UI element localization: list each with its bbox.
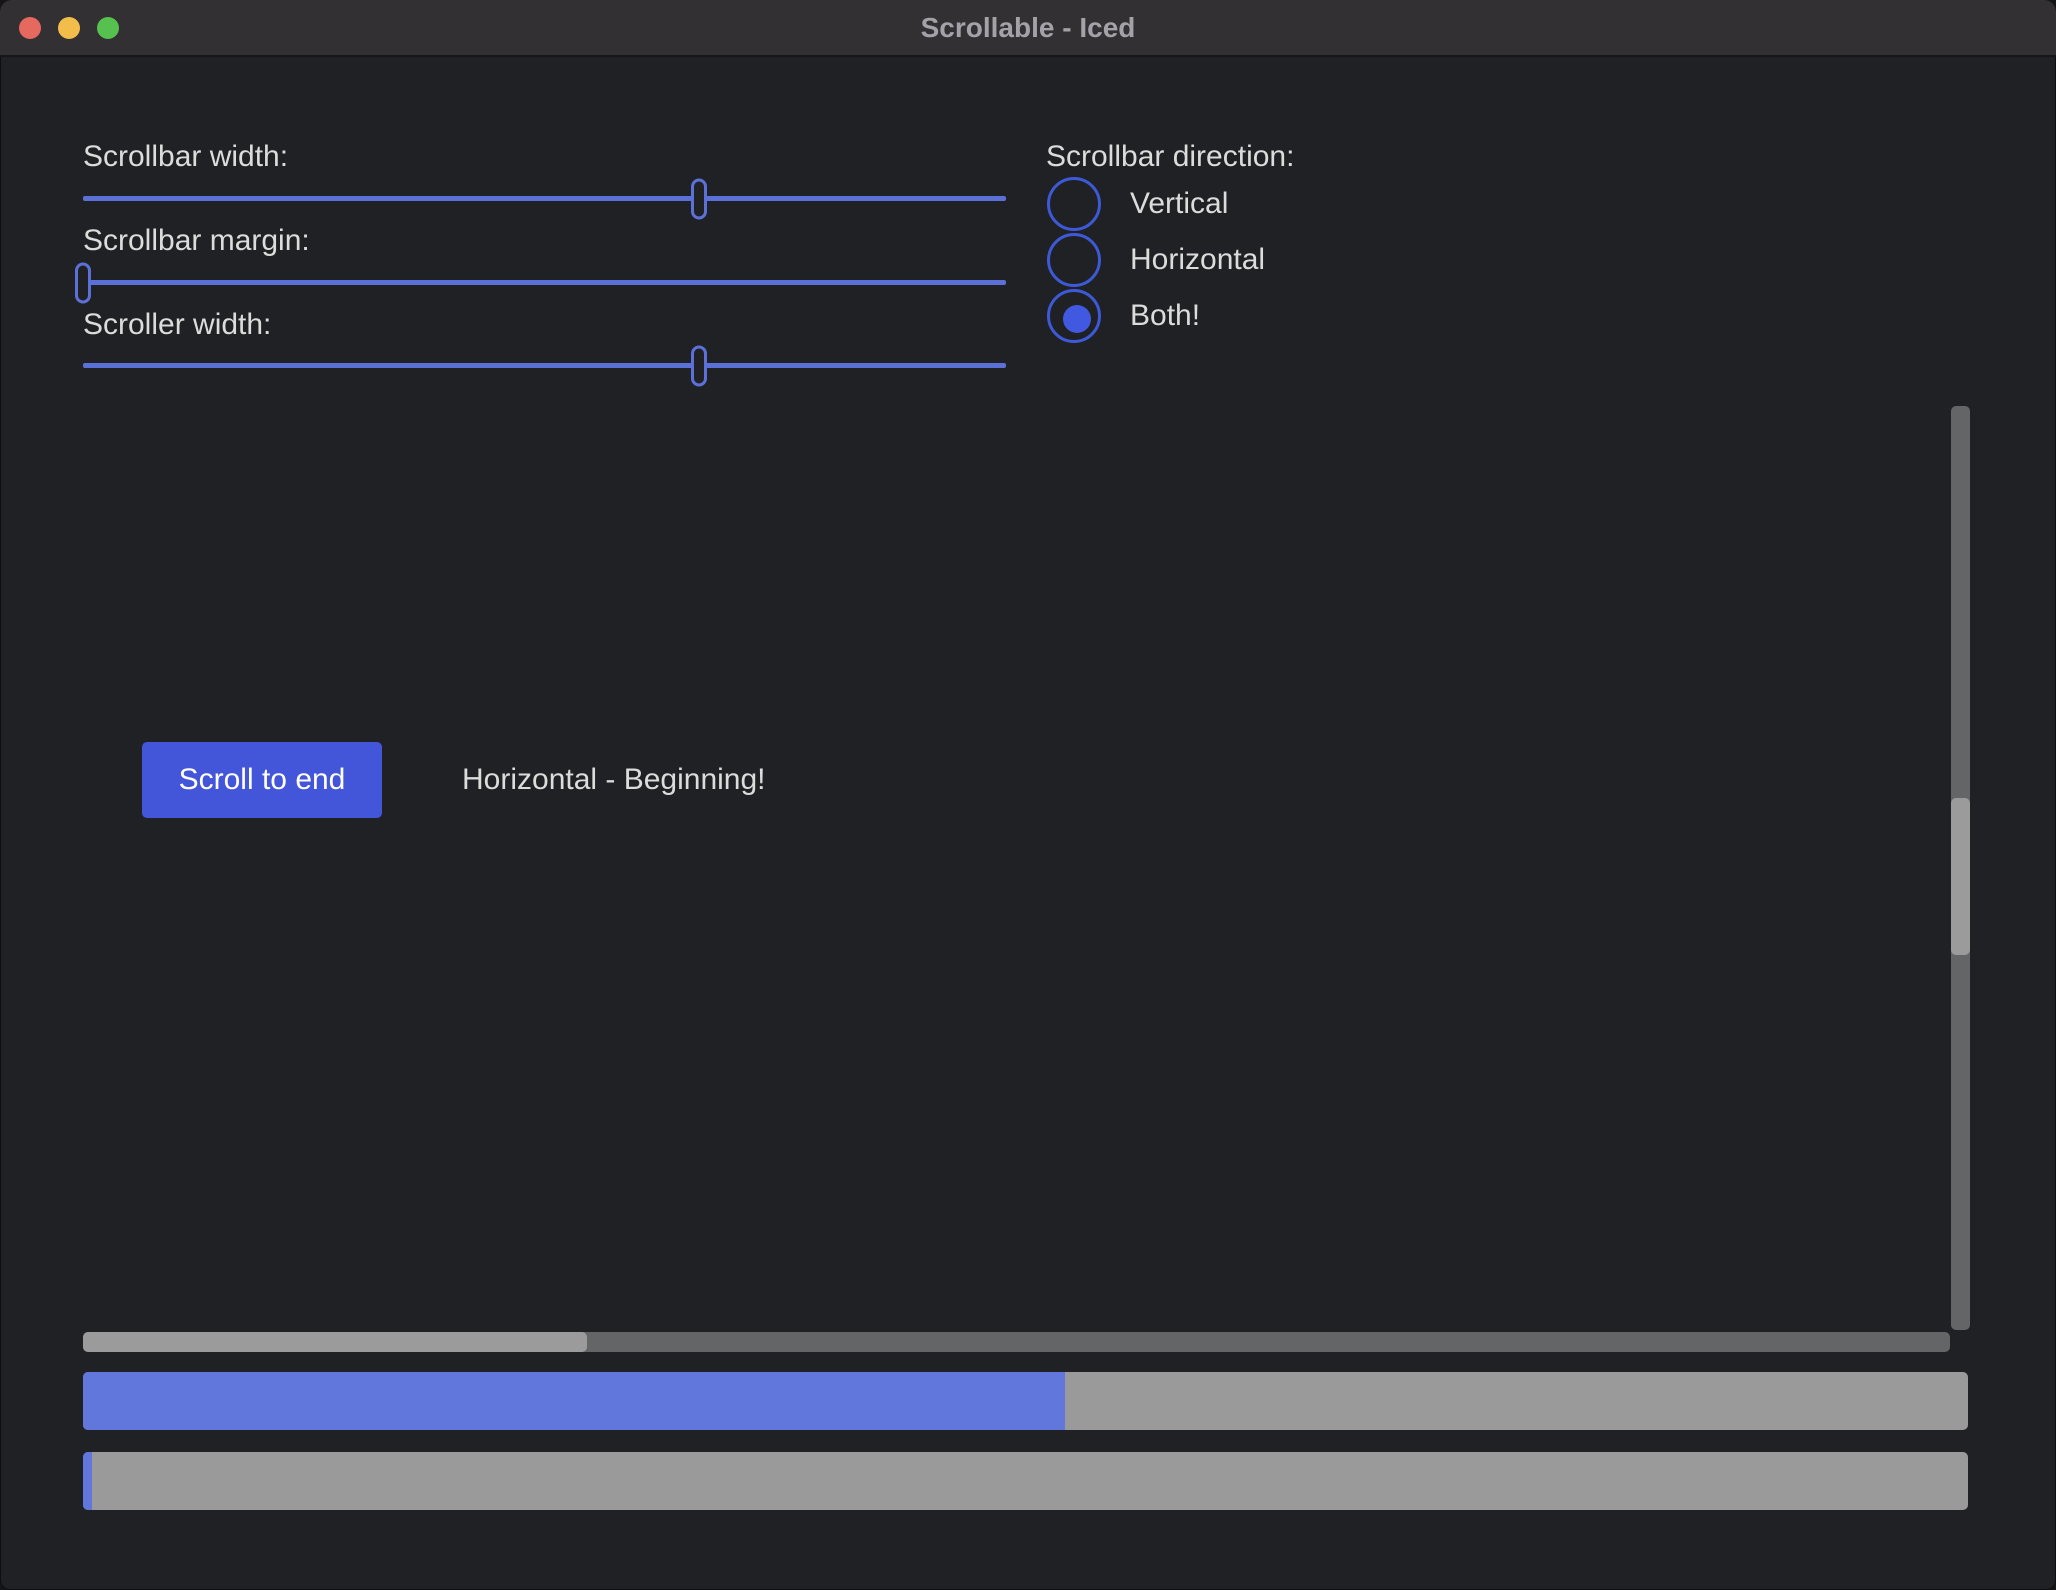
scrollbar-direction-label: Scrollbar direction: [1046,138,1294,176]
slider-handle[interactable] [691,345,707,386]
slider-handle[interactable] [691,178,707,219]
window-title: Scrollable - Iced [0,0,2056,55]
horizontal-offset-progress-bar [83,1452,1968,1510]
vertical-scrollbar-thumb[interactable] [1951,798,1970,955]
scroller-width-label: Scroller width: [83,306,271,344]
title-bar: Scrollable - Iced [0,0,2056,57]
scroller-width-slider[interactable] [83,363,1006,368]
radio-vertical[interactable]: Vertical [1047,177,1467,231]
slider-handle[interactable] [75,262,91,303]
progress-fill [83,1372,1065,1430]
radio-selected-dot [1063,305,1091,333]
app-window: Scrollable - Iced Scrollbar width: Scrol… [0,0,2056,1590]
scrollbar-width-label: Scrollbar width: [83,138,288,176]
horizontal-scrollbar-thumb[interactable] [83,1332,587,1352]
scrollbar-width-slider[interactable] [83,196,1006,201]
radio-circle-icon[interactable] [1047,289,1101,343]
radio-both-label: Both! [1130,289,1200,343]
vertical-scrollbar-rail[interactable] [1951,406,1970,1330]
progress-fill [83,1452,92,1510]
radio-both[interactable]: Both! [1047,289,1467,343]
scroll-to-end-button[interactable]: Scroll to end [142,742,382,818]
horizontal-status-text: Horizontal - Beginning! [462,742,766,818]
radio-circle-icon[interactable] [1047,233,1101,287]
radio-vertical-label: Vertical [1130,177,1228,231]
scrollbar-margin-slider[interactable] [83,280,1006,285]
horizontal-scrollbar-rail[interactable] [83,1332,1950,1352]
radio-circle-icon[interactable] [1047,177,1101,231]
scrollbar-margin-label: Scrollbar margin: [83,222,310,260]
radio-horizontal[interactable]: Horizontal [1047,233,1467,287]
radio-horizontal-label: Horizontal [1130,233,1265,287]
vertical-offset-progress-bar [83,1372,1968,1430]
